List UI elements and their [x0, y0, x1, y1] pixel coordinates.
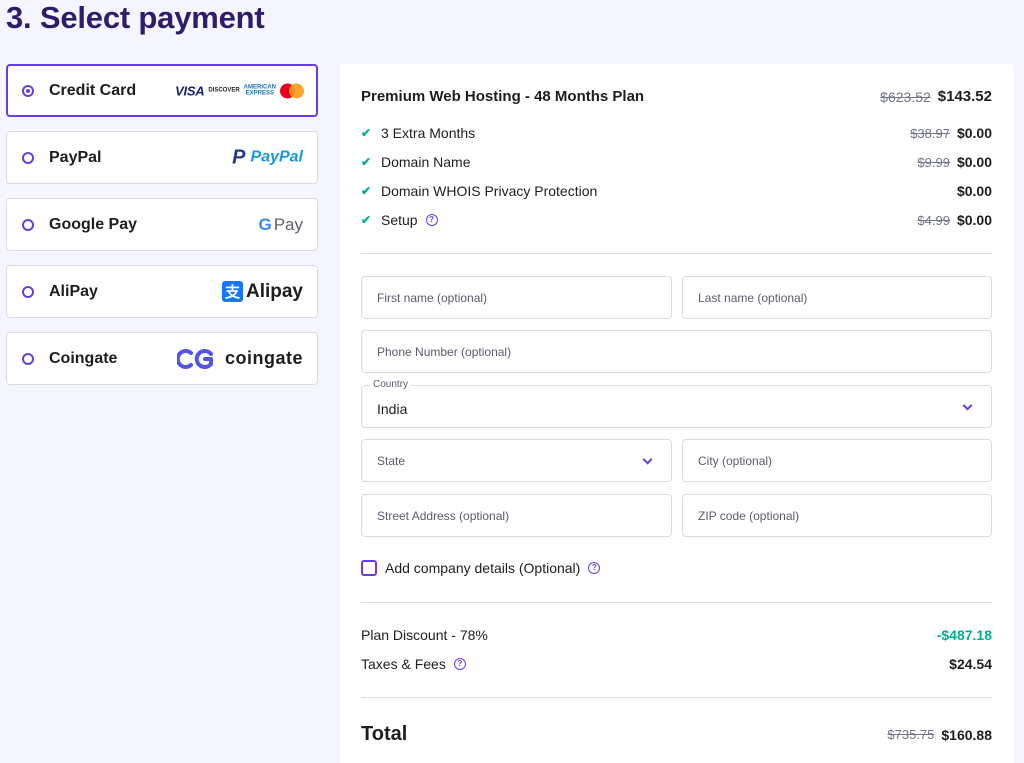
check-icon: ✔ [361, 184, 372, 198]
state-placeholder: State [377, 453, 406, 468]
divider [361, 253, 992, 254]
item-price: $0.00 [956, 154, 992, 170]
company-details-checkbox[interactable] [361, 560, 377, 576]
zip-field[interactable] [682, 494, 992, 537]
discount-label: Plan Discount - 78% [361, 627, 488, 643]
google-pay-logo: G Pay [258, 214, 303, 234]
payment-method-credit-card[interactable]: Credit Card VISA DISCOVER AMERICAN EXPRE… [6, 64, 318, 117]
first-name-input[interactable] [377, 290, 671, 305]
payment-method-google-pay[interactable]: Google Pay G Pay [6, 198, 318, 251]
payment-method-label: Credit Card [49, 81, 137, 99]
total-label: Total [361, 723, 408, 745]
payment-method-label: Coingate [49, 349, 118, 367]
street-input[interactable] [377, 508, 671, 523]
last-name-field[interactable] [682, 276, 992, 319]
total-old-price: $735.75 [887, 727, 935, 742]
alipay-logo: 支 Alipay [221, 281, 303, 303]
chevron-down-icon [642, 454, 653, 465]
taxes-value: $24.54 [949, 656, 992, 672]
item-price: $0.00 [956, 212, 992, 228]
check-icon: ✔ [361, 126, 372, 140]
card-brands-logo: VISA DISCOVER AMERICAN EXPRESS [175, 83, 304, 98]
discount-value: -$487.18 [936, 627, 992, 643]
order-item: ✔ Domain WHOIS Privacy Protection $0.00 [361, 183, 992, 199]
mastercard-logo [280, 83, 304, 98]
total-price: $160.88 [941, 726, 992, 743]
plan-price: $143.52 [937, 88, 992, 105]
chevron-down-icon [962, 400, 973, 411]
taxes-row: Taxes & Fees ? $24.54 [361, 656, 992, 672]
country-select[interactable]: Country India [361, 379, 992, 428]
discover-logo: DISCOVER [208, 87, 240, 94]
help-icon[interactable]: ? [425, 214, 438, 226]
plan-name: Premium Web Hosting - 48 Months Plan [361, 88, 645, 105]
country-value: India [377, 400, 408, 417]
state-select[interactable]: State [361, 439, 672, 482]
plan-old-price: $623.52 [880, 88, 931, 105]
city-field[interactable] [682, 439, 992, 482]
payment-method-alipay[interactable]: AliPay 支 Alipay [6, 265, 318, 318]
city-input[interactable] [698, 453, 991, 468]
payment-method-label: AliPay [49, 282, 98, 300]
first-name-field[interactable] [361, 276, 672, 319]
help-icon[interactable]: ? [453, 658, 466, 670]
radio-coingate[interactable] [22, 352, 34, 365]
order-item: ✔ Setup ? $4.99 $0.00 [361, 212, 992, 228]
radio-google-pay[interactable] [22, 218, 34, 231]
item-price: $0.00 [956, 183, 992, 199]
order-summary-card: Premium Web Hosting - 48 Months Plan $62… [340, 64, 1014, 763]
order-item: ✔ Domain Name $9.99 $0.00 [361, 154, 992, 170]
company-details-label[interactable]: Add company details (Optional) [385, 560, 580, 576]
item-label: 3 Extra Months [381, 125, 476, 141]
item-label: Domain WHOIS Privacy Protection [381, 183, 598, 199]
check-icon: ✔ [361, 155, 372, 169]
item-label: Setup [381, 212, 418, 228]
phone-input[interactable] [377, 344, 991, 359]
zip-input[interactable] [698, 508, 991, 523]
divider [361, 697, 992, 698]
payment-method-label: Google Pay [49, 215, 138, 233]
discount-row: Plan Discount - 78% -$487.18 [361, 627, 992, 643]
taxes-label: Taxes & Fees [361, 656, 446, 672]
item-label: Domain Name [381, 154, 471, 170]
paypal-p-icon: P [232, 146, 246, 168]
radio-alipay[interactable] [22, 285, 34, 298]
radio-credit-card[interactable] [22, 84, 34, 97]
check-icon: ✔ [361, 213, 372, 227]
plan-row: Premium Web Hosting - 48 Months Plan $62… [361, 88, 992, 105]
country-label: Country [370, 379, 412, 390]
page-title: 3. Select payment [6, 0, 265, 35]
last-name-input[interactable] [698, 290, 991, 305]
help-icon[interactable]: ? [588, 562, 601, 574]
google-g-icon: G [258, 214, 272, 234]
paypal-logo: P PayPal [232, 146, 303, 168]
company-details-row[interactable]: Add company details (Optional) ? [361, 560, 601, 576]
item-old-price: $38.97 [910, 125, 950, 141]
divider [361, 602, 992, 603]
payment-methods-list: Credit Card VISA DISCOVER AMERICAN EXPRE… [6, 64, 318, 399]
order-item: ✔ 3 Extra Months $38.97 $0.00 [361, 125, 992, 141]
payment-method-coingate[interactable]: Coingate coingate [6, 332, 318, 385]
item-price: $0.00 [956, 125, 992, 141]
payment-method-label: PayPal [49, 148, 102, 166]
alipay-icon: 支 [221, 281, 243, 302]
item-old-price: $9.99 [917, 154, 950, 170]
total-row: Total $735.75 $160.88 [361, 723, 992, 746]
visa-logo: VISA [175, 83, 205, 98]
phone-field[interactable] [361, 330, 992, 373]
payment-method-paypal[interactable]: PayPal P PayPal [6, 131, 318, 184]
coingate-icon [176, 348, 213, 369]
item-old-price: $4.99 [917, 212, 950, 228]
coingate-logo: coingate [176, 348, 303, 370]
radio-paypal[interactable] [22, 151, 34, 164]
street-field[interactable] [361, 494, 672, 537]
amex-logo: AMERICAN EXPRESS [243, 84, 276, 97]
